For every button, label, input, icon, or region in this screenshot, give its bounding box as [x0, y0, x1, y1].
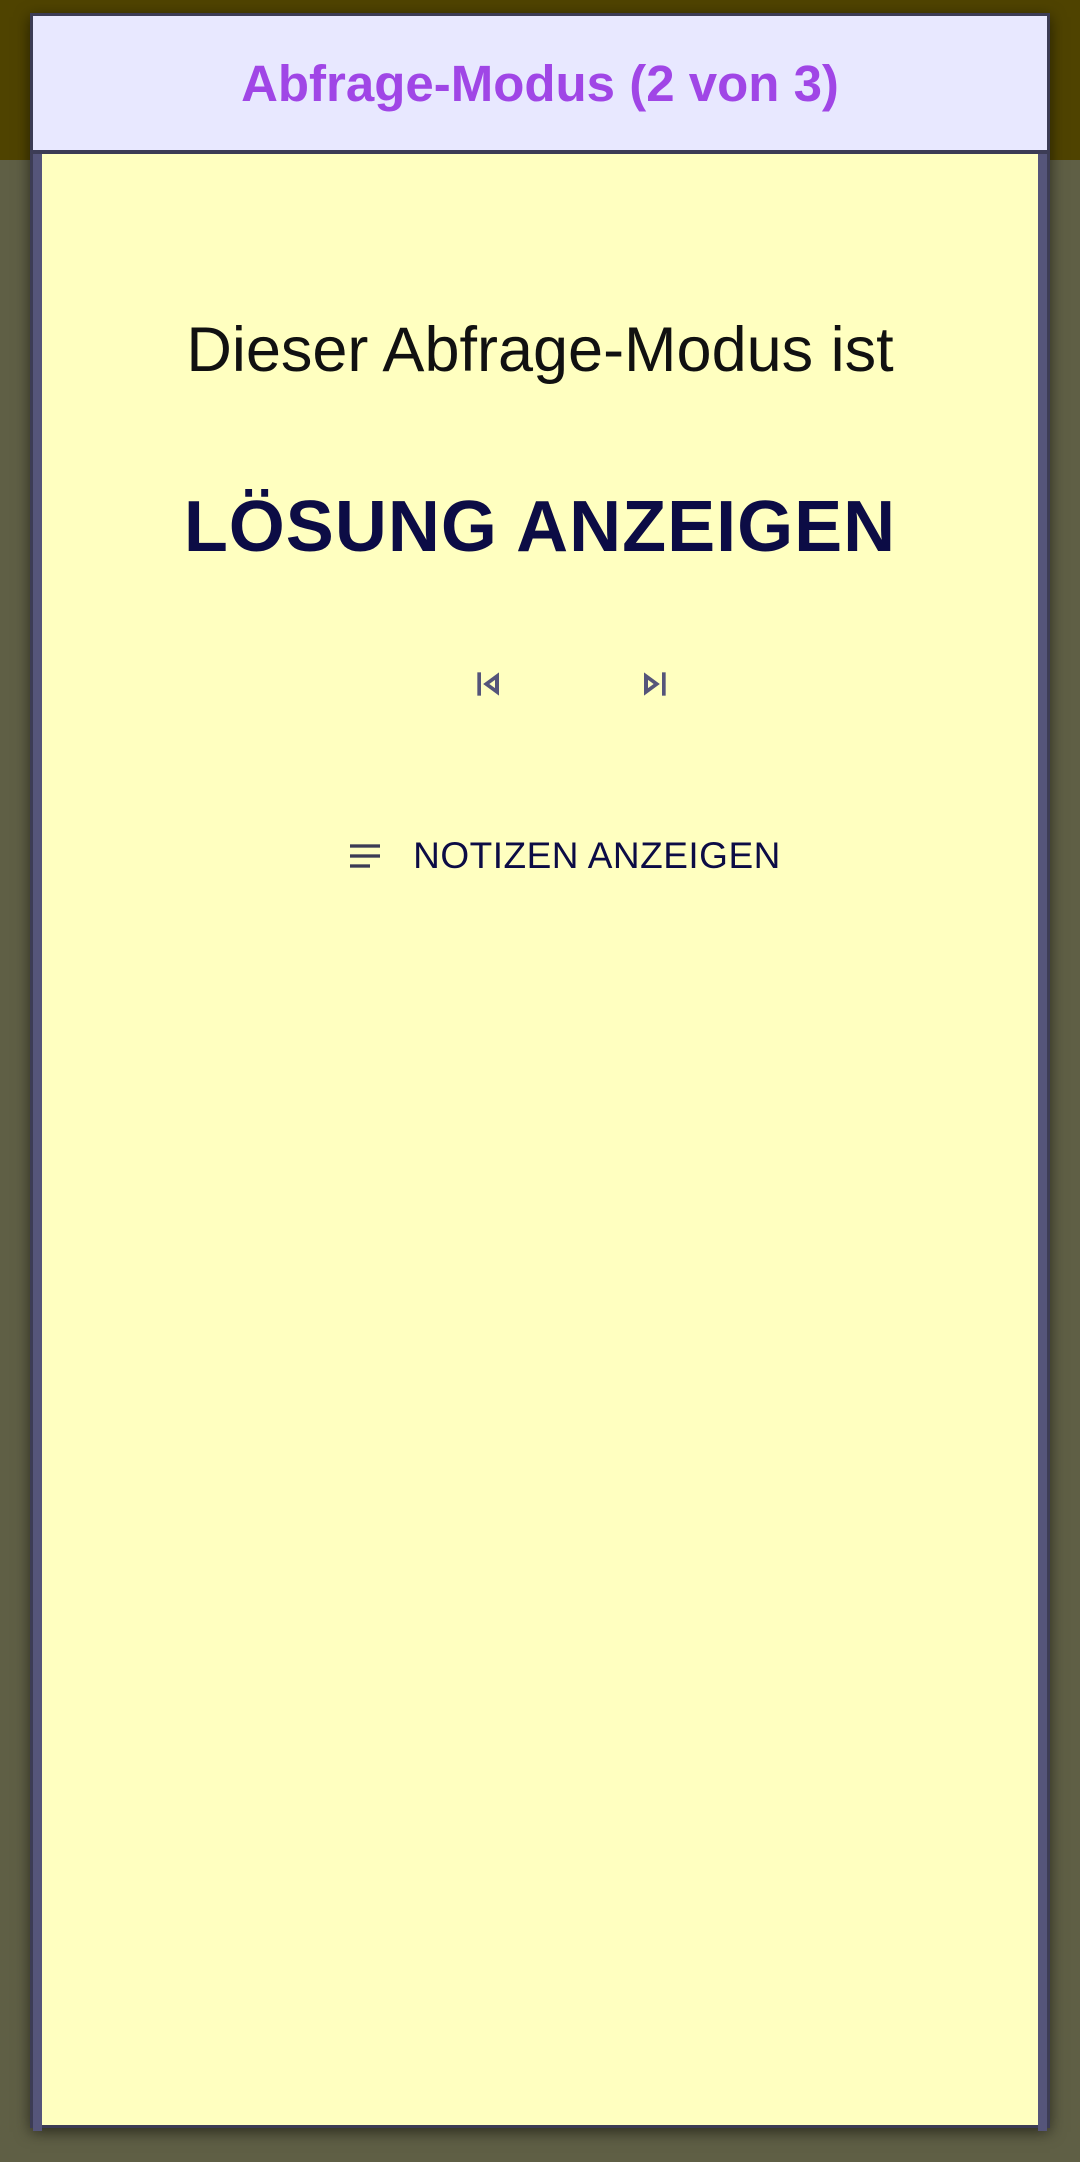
dialog-right-border: [1038, 154, 1047, 2131]
mode-dialog: Abfrage-Modus (2 von 3) Dieser Abfrage-M…: [30, 13, 1050, 2131]
show-notes-button[interactable]: NOTIZEN ANZEIGEN: [333, 816, 793, 896]
dialog-header: Abfrage-Modus (2 von 3): [33, 16, 1047, 154]
notes-icon: [345, 836, 385, 876]
dialog-title: Abfrage-Modus (2 von 3): [241, 54, 839, 112]
show-notes-label: NOTIZEN ANZEIGEN: [413, 835, 781, 876]
skip-next-icon: [644, 672, 666, 696]
mode-intro-text: Dieser Abfrage-Modus ist: [186, 315, 894, 385]
next-mode-button[interactable]: [618, 648, 690, 720]
dialog-left-border: [33, 154, 42, 2131]
skip-previous-icon: [477, 672, 499, 696]
previous-mode-button[interactable]: [453, 648, 525, 720]
mode-name: LÖSUNG ANZEIGEN: [183, 487, 897, 567]
